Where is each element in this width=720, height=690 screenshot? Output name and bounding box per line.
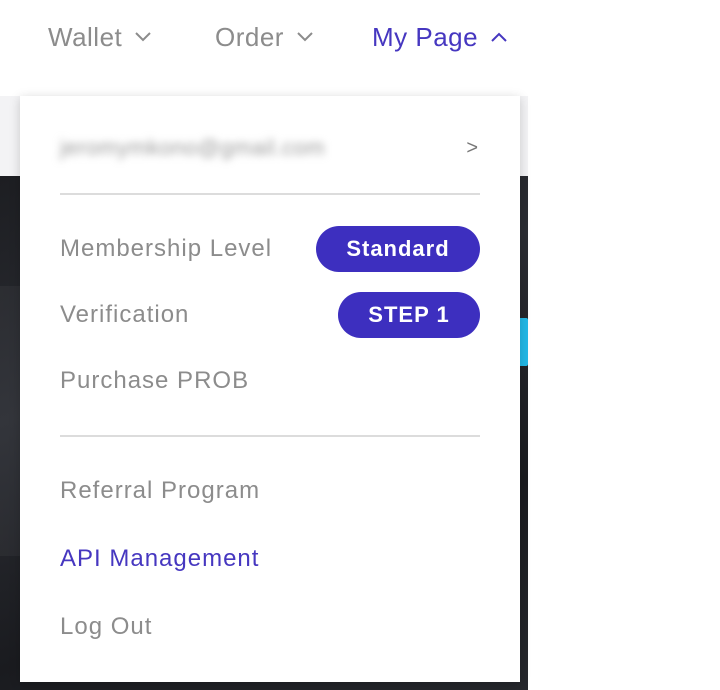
membership-level-row: Membership Level Standard [60,226,480,272]
chevron-up-icon [490,31,508,43]
nav-item-label: My Page [372,21,479,52]
chevron-down-icon [296,31,314,43]
verification-label: Verification [60,301,190,328]
page: Wallet Order My Page jeromymkono@gmail.c… [0,0,720,690]
nav-item-wallet[interactable]: Wallet [48,18,152,56]
nav-item-my-page[interactable]: My Page [372,18,508,56]
menu-item-label: API Management [60,545,260,572]
menu-item-label: Referral Program [60,477,261,504]
menu-item-label: Log Out [60,613,153,640]
menu-item-purchase-prob[interactable]: Purchase PROB [60,358,480,404]
nav-item-order[interactable]: Order [215,18,314,56]
chevron-right-icon: > [466,136,478,159]
menu-item-label: Purchase PROB [60,367,250,394]
nav-item-label: Order [215,21,284,52]
top-nav: Wallet Order My Page [0,0,720,72]
account-email-row[interactable]: jeromymkono@gmail.com > [60,126,480,170]
account-email: jeromymkono@gmail.com [60,135,326,160]
membership-level-label: Membership Level [60,235,273,262]
verification-step-badge[interactable]: STEP 1 [338,292,480,338]
membership-level-badge[interactable]: Standard [316,226,480,272]
menu-item-referral-program[interactable]: Referral Program [60,468,480,514]
divider [60,435,480,437]
menu-item-api-management[interactable]: API Management [60,536,480,582]
verification-row: Verification STEP 1 [60,292,480,338]
menu-item-log-out[interactable]: Log Out [60,604,480,650]
divider [60,193,480,195]
my-page-dropdown: jeromymkono@gmail.com > Membership Level… [20,96,520,682]
chevron-down-icon [134,31,152,43]
nav-item-label: Wallet [48,21,123,52]
